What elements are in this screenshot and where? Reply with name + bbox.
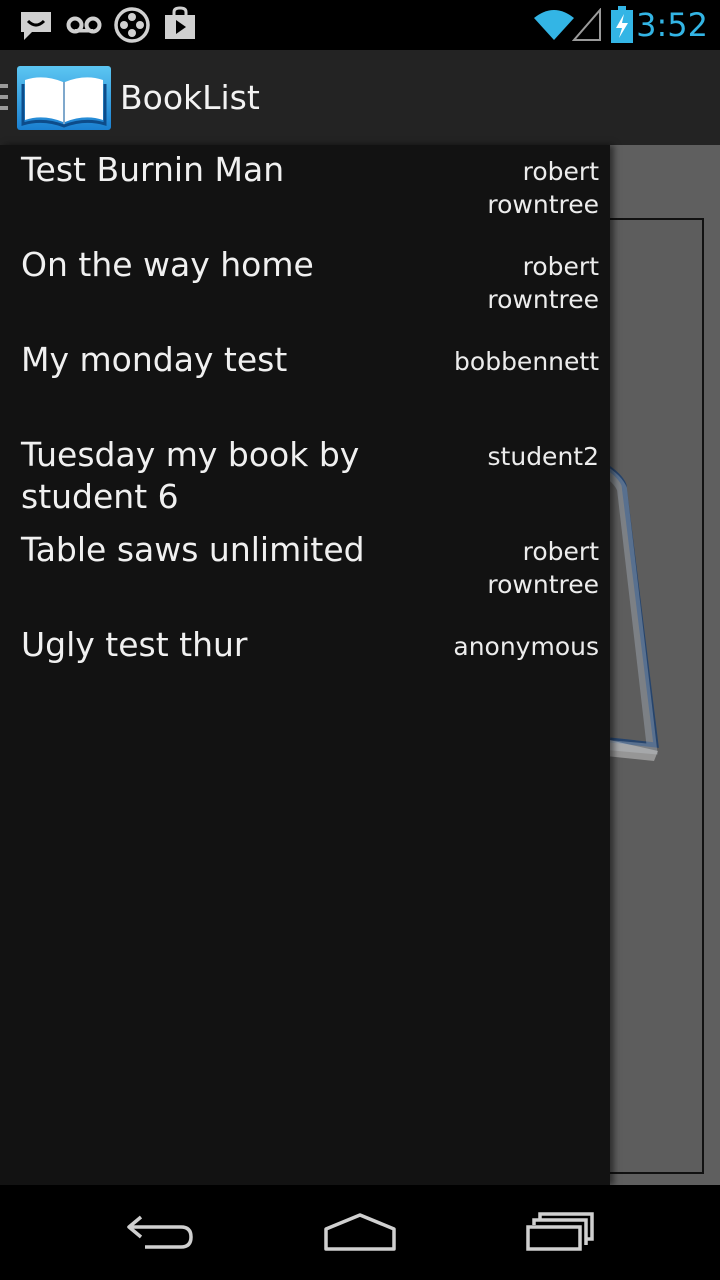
- play-store-icon: [163, 6, 197, 44]
- book-title: Table saws unlimited: [21, 530, 365, 569]
- wifi-icon: [532, 8, 576, 46]
- book-author: robert rowntree: [487, 537, 599, 599]
- book-title: On the way home: [21, 245, 314, 284]
- book-list-item[interactable]: Table saws unlimited robert rowntree: [0, 525, 610, 620]
- book-author: bobbennett: [454, 347, 599, 376]
- status-bar: 3:52: [0, 0, 720, 50]
- recent-apps-button[interactable]: [486, 1185, 636, 1280]
- book-list-item[interactable]: My monday test bobbennett: [0, 335, 610, 430]
- book-author: robert rowntree: [487, 252, 599, 314]
- book-list-item[interactable]: Ugly test thur anonymous: [0, 620, 610, 715]
- book-author: robert rowntree: [487, 157, 599, 219]
- book-list-item[interactable]: Test Burnin Man robert rowntree: [0, 145, 610, 240]
- clock: 3:52: [636, 6, 708, 44]
- book-icon[interactable]: [17, 66, 111, 134]
- action-bar: BookList: [0, 50, 720, 145]
- back-icon: [125, 1211, 195, 1255]
- voicemail-icon: [66, 14, 102, 40]
- screen: 3:52 BookList Test Burnin Man robert row…: [0, 0, 720, 1280]
- home-icon: [323, 1211, 397, 1255]
- battery-charging-icon: [610, 6, 634, 48]
- film-reel-icon: [113, 6, 151, 48]
- book-list-item[interactable]: Tuesday my book by student 6 student2: [0, 430, 610, 525]
- navigation-bar: [0, 1185, 720, 1280]
- signal-icon: [571, 7, 602, 46]
- book-title: Ugly test thur: [21, 625, 248, 664]
- navigation-drawer: Test Burnin Man robert rowntree On the w…: [0, 145, 610, 1185]
- home-button[interactable]: [285, 1185, 435, 1280]
- book-title: Tuesday my book by student 6: [21, 435, 360, 516]
- book-author: anonymous: [453, 632, 599, 661]
- book-author: student2: [487, 442, 599, 471]
- app-title: BookList: [120, 78, 260, 117]
- book-list-item[interactable]: On the way home robert rowntree: [0, 240, 610, 335]
- drawer-indicator-icon[interactable]: [0, 84, 8, 116]
- back-button[interactable]: [85, 1185, 235, 1280]
- book-title: Test Burnin Man: [21, 150, 285, 189]
- message-icon: [18, 9, 54, 47]
- book-title: My monday test: [21, 340, 288, 379]
- recent-apps-icon: [526, 1211, 596, 1255]
